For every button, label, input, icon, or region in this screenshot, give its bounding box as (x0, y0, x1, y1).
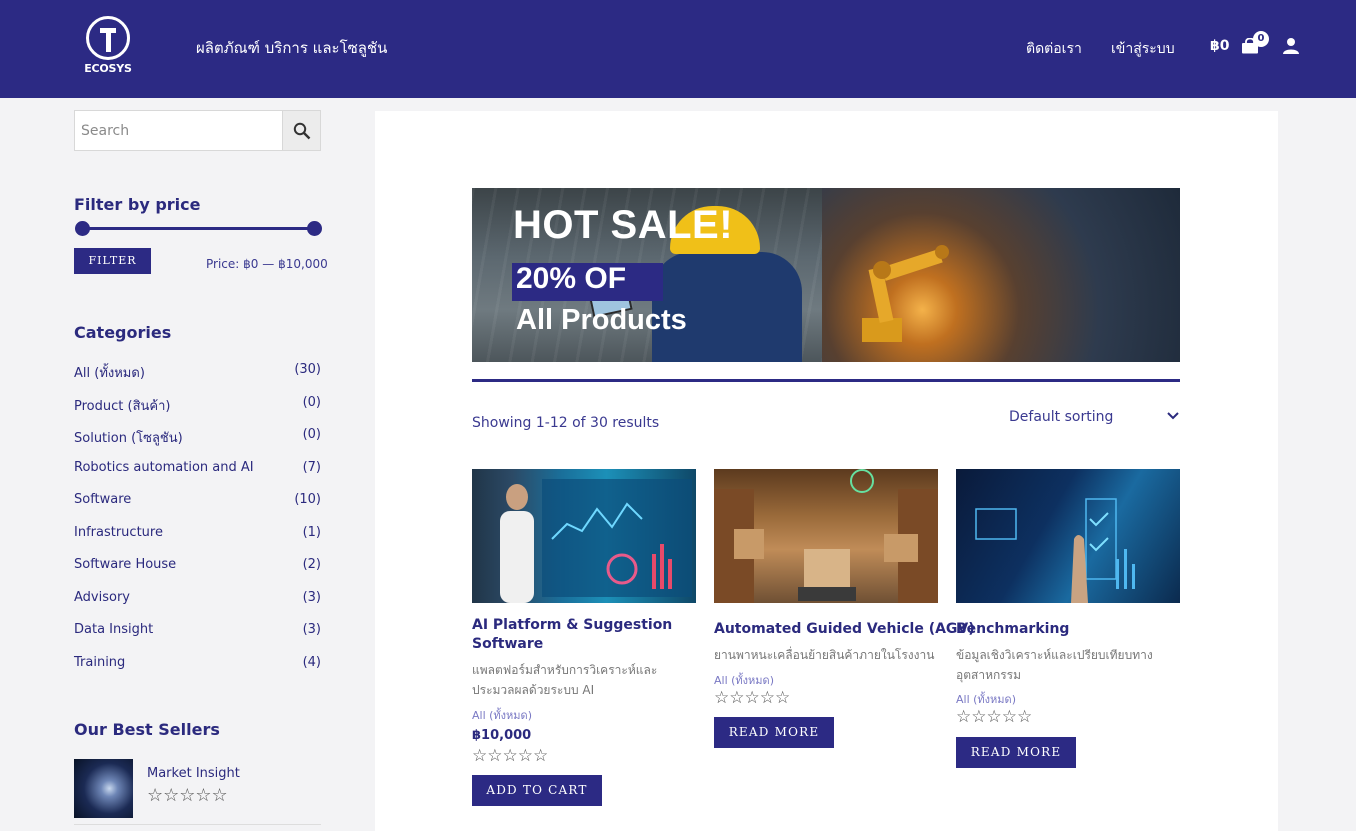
filter-by-price-heading: Filter by price (74, 195, 201, 214)
category-count: (7) (302, 459, 321, 475)
product-image[interactable] (714, 469, 938, 603)
logo-emblem (86, 16, 130, 60)
product-category[interactable]: All (ทั้งหมด) (472, 706, 532, 724)
price-separator: — (262, 257, 275, 271)
category-item[interactable]: Training (4) (74, 655, 321, 688)
product-description: ข้อมูลเชิงวิเคราะห์และเปรียบเทียบทาง อุต… (956, 645, 1153, 685)
search-button[interactable] (282, 111, 320, 150)
best-sellers-heading: Our Best Sellers (74, 720, 220, 739)
sorting-select[interactable]: Default sorting (1009, 409, 1180, 429)
category-count: (10) (294, 492, 321, 507)
product-description-line: แพลตฟอร์มสำหรับการวิเคราะห์และ (472, 663, 658, 677)
category-item[interactable]: Data Insight (3) (74, 622, 321, 655)
product-image-ai-platform (500, 479, 692, 603)
product-rating-stars: ☆☆☆☆☆ (714, 688, 791, 708)
add-to-cart-button[interactable]: ADD TO CART (472, 775, 602, 806)
product-title-line[interactable]: Software (472, 635, 672, 654)
category-item[interactable]: Software House (2) (74, 557, 321, 590)
product-title[interactable]: Benchmarking (956, 620, 1069, 639)
best-seller-thumbnail[interactable] (74, 759, 133, 818)
filter-button[interactable]: FILTER (74, 248, 151, 274)
category-label[interactable]: Data Insight (74, 622, 153, 637)
product-image[interactable] (472, 469, 696, 603)
nav-login[interactable]: เข้าสู่ระบบ (1111, 38, 1175, 60)
product-image[interactable] (956, 469, 1180, 603)
price-min: ฿0 (243, 257, 259, 271)
product-price: ฿10,000 (472, 728, 532, 743)
nav-products-services[interactable]: ผลิตภัณฑ์ บริการ และโซลูชัน (196, 36, 387, 60)
category-count: (0) (302, 427, 321, 442)
banner-discount-text: 20% OF (516, 262, 627, 295)
category-count: (4) (302, 654, 321, 670)
robot-arm-illustration (862, 245, 949, 342)
banner-subline: All Products (516, 304, 687, 336)
product-rating-stars: ☆☆☆☆☆ (956, 707, 1033, 727)
product-category[interactable]: All (ทั้งหมด) (714, 671, 774, 689)
category-count: (1) (302, 524, 321, 540)
category-count: (30) (294, 362, 321, 377)
price-label: Price: (206, 257, 240, 271)
category-count: (3) (302, 622, 321, 637)
product-description-line: ประมวลผลด้วยระบบ AI (472, 683, 595, 697)
best-seller-name[interactable]: Market Insight (147, 766, 240, 781)
product-image-agv (714, 469, 938, 603)
price-slider-min-handle[interactable] (74, 221, 90, 236)
site-header: ECOSYS ผลิตภัณฑ์ บริการ และโซลูชัน ติดต่… (0, 0, 1356, 98)
category-count: (0) (302, 394, 321, 410)
category-label[interactable]: Software (74, 492, 131, 507)
search-input[interactable] (75, 111, 283, 150)
category-label[interactable]: Robotics automation and AI (74, 460, 254, 475)
product-description-line: อุตสาหกรรม (956, 668, 1022, 682)
logo-wordmark: ECOSYS (84, 62, 132, 75)
chevron-down-icon (1167, 412, 1179, 420)
category-label[interactable]: Advisory (74, 590, 130, 605)
product-rating-stars: ☆☆☆☆☆ (472, 746, 549, 766)
product-image-benchmarking (975, 498, 1135, 603)
search-form (74, 110, 321, 151)
product-title-line[interactable]: AI Platform & Suggestion (472, 616, 672, 635)
category-label[interactable]: All (ทั้งหมด) (74, 366, 145, 381)
category-item[interactable]: Robotics automation and AI (7) (74, 460, 321, 493)
category-label[interactable]: Product (สินค้า) (74, 399, 170, 414)
product-description: ยานพาหนะเคลื่อนย้ายสินค้าภายในโรงงาน (714, 648, 935, 662)
user-icon[interactable] (1282, 37, 1300, 55)
result-count: Showing 1-12 of 30 results (472, 415, 660, 431)
banner-divider (472, 379, 1180, 382)
nav-contact[interactable]: ติดต่อเรา (1026, 38, 1082, 60)
category-item[interactable]: Product (สินค้า) (0) (74, 395, 321, 428)
sorting-value: Default sorting (1009, 409, 1114, 425)
product-description-line: ข้อมูลเชิงวิเคราะห์และเปรียบเทียบทาง (956, 648, 1153, 662)
category-item[interactable]: All (ทั้งหมด) (30) (74, 362, 321, 395)
product-title[interactable]: Automated Guided Vehicle (AGV) (714, 620, 975, 639)
category-count: (2) (302, 557, 321, 572)
category-item[interactable]: Infrastructure (1) (74, 525, 321, 558)
search-icon (293, 122, 310, 139)
category-label[interactable]: Infrastructure (74, 525, 163, 540)
category-count: (3) (302, 589, 321, 605)
price-slider-max-handle[interactable] (306, 221, 322, 236)
category-item[interactable]: Software (10) (74, 492, 321, 525)
category-label[interactable]: Software House (74, 557, 176, 572)
category-label[interactable]: Training (74, 655, 125, 670)
category-item[interactable]: Solution (โซลูชัน) (0) (74, 427, 321, 460)
ecosys-logo[interactable]: ECOSYS (78, 16, 138, 78)
price-max: ฿10,000 (278, 257, 328, 271)
price-slider-track[interactable] (82, 227, 314, 230)
cart-count-badge: 0 (1253, 31, 1269, 47)
banner-headline: HOT SALE! (513, 203, 734, 247)
product-description: แพลตฟอร์มสำหรับการวิเคราะห์และ ประมวลผลด… (472, 660, 657, 700)
divider (74, 824, 321, 825)
cart-total[interactable]: ฿0 (1210, 38, 1229, 54)
price-range-text: Price: ฿0 — ฿10,000 (206, 257, 328, 271)
read-more-button[interactable]: READ MORE (956, 737, 1076, 768)
best-seller-rating-stars: ☆☆☆☆☆ (147, 785, 228, 806)
read-more-button[interactable]: READ MORE (714, 717, 834, 748)
product-category[interactable]: All (ทั้งหมด) (956, 690, 1016, 708)
category-label[interactable]: Solution (โซลูชัน) (74, 431, 183, 446)
categories-heading: Categories (74, 323, 172, 342)
category-item[interactable]: Advisory (3) (74, 590, 321, 623)
product-title[interactable]: AI Platform & Suggestion Software (472, 616, 672, 654)
category-list: All (ทั้งหมด) (30) Product (สินค้า) (0) So… (74, 362, 321, 687)
